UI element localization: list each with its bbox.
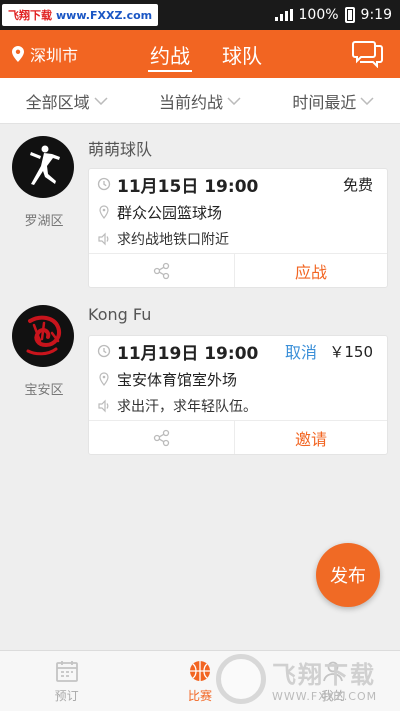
city-label: 深圳市 — [30, 46, 79, 65]
status-indicators: 100% 9:19 — [274, 7, 392, 23]
location-pin-icon — [12, 46, 24, 62]
jumpman-logo-icon — [30, 145, 60, 185]
match-note: 求出汗，求年轻队伍。 — [117, 399, 257, 415]
match-actions: 应战 — [89, 253, 387, 287]
invite-button[interactable]: 邀请 — [235, 421, 387, 454]
location-icon — [99, 205, 109, 219]
tab-teams[interactable]: 球队 — [222, 30, 262, 78]
city-selector[interactable]: 深圳市 — [12, 42, 112, 66]
match-datetime: 11月19日 19:00 — [117, 343, 259, 364]
filter-status[interactable]: 当前约战 — [133, 89, 266, 113]
battery-icon — [344, 7, 355, 23]
watermark-badge: 飞翔下载 www.FXXZ.com — [2, 4, 159, 26]
watermark-overlay: 飞翔下载 WWW.FXXZ.COM — [216, 646, 400, 711]
header-tabs: 约战 球队 — [148, 30, 262, 78]
nav-matches-label: 比赛 — [187, 688, 212, 703]
filter-time[interactable]: 时间最近 — [267, 89, 400, 113]
accept-challenge-button[interactable]: 应战 — [235, 254, 387, 287]
app-header: 深圳市 约战 球队 — [0, 30, 400, 78]
cancel-button[interactable]: 取消 — [285, 339, 317, 363]
match-card[interactable]: 11月15日 19:00 免费 群众公园篮球场 求约战地铁口附近 应战 — [88, 168, 388, 288]
location-icon — [99, 372, 109, 386]
filter-area-label: 全部区域 — [25, 92, 90, 112]
watermark-text: 飞翔下载 WWW.FXXZ.COM — [272, 655, 377, 703]
share-button[interactable] — [89, 421, 235, 454]
chevron-down-icon — [227, 96, 241, 105]
match-datetime: 11月15日 19:00 — [117, 176, 259, 197]
chat-icon[interactable] — [352, 40, 384, 68]
speaker-icon — [98, 399, 109, 413]
match-venue: 群众公园篮球场 — [117, 203, 223, 222]
watermark-logo-icon — [216, 653, 266, 704]
match-venue-row: 宝安体育馆室外场 — [89, 366, 387, 392]
match-note-row: 求出汗，求年轻队伍。 — [89, 392, 387, 420]
watermark-cn: 飞翔下载 — [8, 9, 52, 22]
nav-booking-label: 预订 — [54, 688, 79, 703]
nav-booking[interactable]: 预订 — [0, 651, 133, 711]
signal-icon — [274, 9, 293, 21]
publish-button[interactable]: 发布 — [316, 543, 380, 607]
chevron-down-icon — [360, 96, 374, 105]
clock-icon — [97, 177, 111, 191]
filter-time-label: 时间最近 — [292, 92, 357, 112]
speaker-icon — [98, 232, 109, 246]
watermark-url: www.FXXZ.com — [56, 8, 153, 22]
match-venue-row: 群众公园篮球场 — [89, 199, 387, 225]
clock: 9:19 — [360, 7, 392, 23]
team-avatar[interactable] — [12, 136, 74, 198]
filter-bar: 全部区域 当前约战 时间最近 — [0, 78, 400, 124]
share-icon — [153, 429, 169, 446]
share-button[interactable] — [89, 254, 235, 287]
clock-icon — [97, 344, 111, 358]
team-district: 罗湖区 — [24, 214, 64, 229]
match-time-row: 11月19日 19:00 取消 ￥150 — [89, 336, 387, 366]
match-price: ￥150 — [329, 342, 373, 361]
match-note-row: 求约战地铁口附近 — [89, 225, 387, 253]
red-dragon-logo-icon — [26, 315, 61, 356]
team-avatar-column: 罗湖区 — [12, 136, 76, 229]
team-name: 萌萌球队 — [88, 140, 153, 159]
watermark-cn-text: 飞翔下载 — [272, 660, 376, 689]
team-name: Kong Fu — [88, 305, 152, 324]
match-card[interactable]: 11月19日 19:00 取消 ￥150 宝安体育馆室外场 求出汗，求年轻队伍。… — [88, 335, 388, 455]
team-district: 宝安区 — [24, 383, 64, 398]
status-bar: 飞翔下载 www.FXXZ.com 100% 9:19 — [0, 0, 400, 30]
basketball-icon — [189, 660, 210, 681]
calendar-icon — [55, 660, 78, 682]
filter-area[interactable]: 全部区域 — [0, 89, 133, 113]
match-note: 求约战地铁口附近 — [117, 232, 229, 248]
team-avatar[interactable] — [12, 305, 74, 367]
team-avatar-column: 宝安区 — [12, 305, 76, 398]
watermark-url-text: WWW.FXXZ.COM — [272, 689, 378, 703]
match-venue: 宝安体育馆室外场 — [117, 370, 238, 389]
share-icon — [153, 262, 169, 279]
tab-challenges[interactable]: 约战 — [148, 30, 192, 78]
match-time-row: 11月15日 19:00 免费 — [89, 169, 387, 199]
battery-percent: 100% — [298, 7, 339, 23]
chevron-down-icon — [94, 96, 108, 105]
filter-status-label: 当前约战 — [158, 92, 223, 112]
match-price: 免费 — [342, 175, 373, 194]
match-actions: 邀请 — [89, 420, 387, 454]
